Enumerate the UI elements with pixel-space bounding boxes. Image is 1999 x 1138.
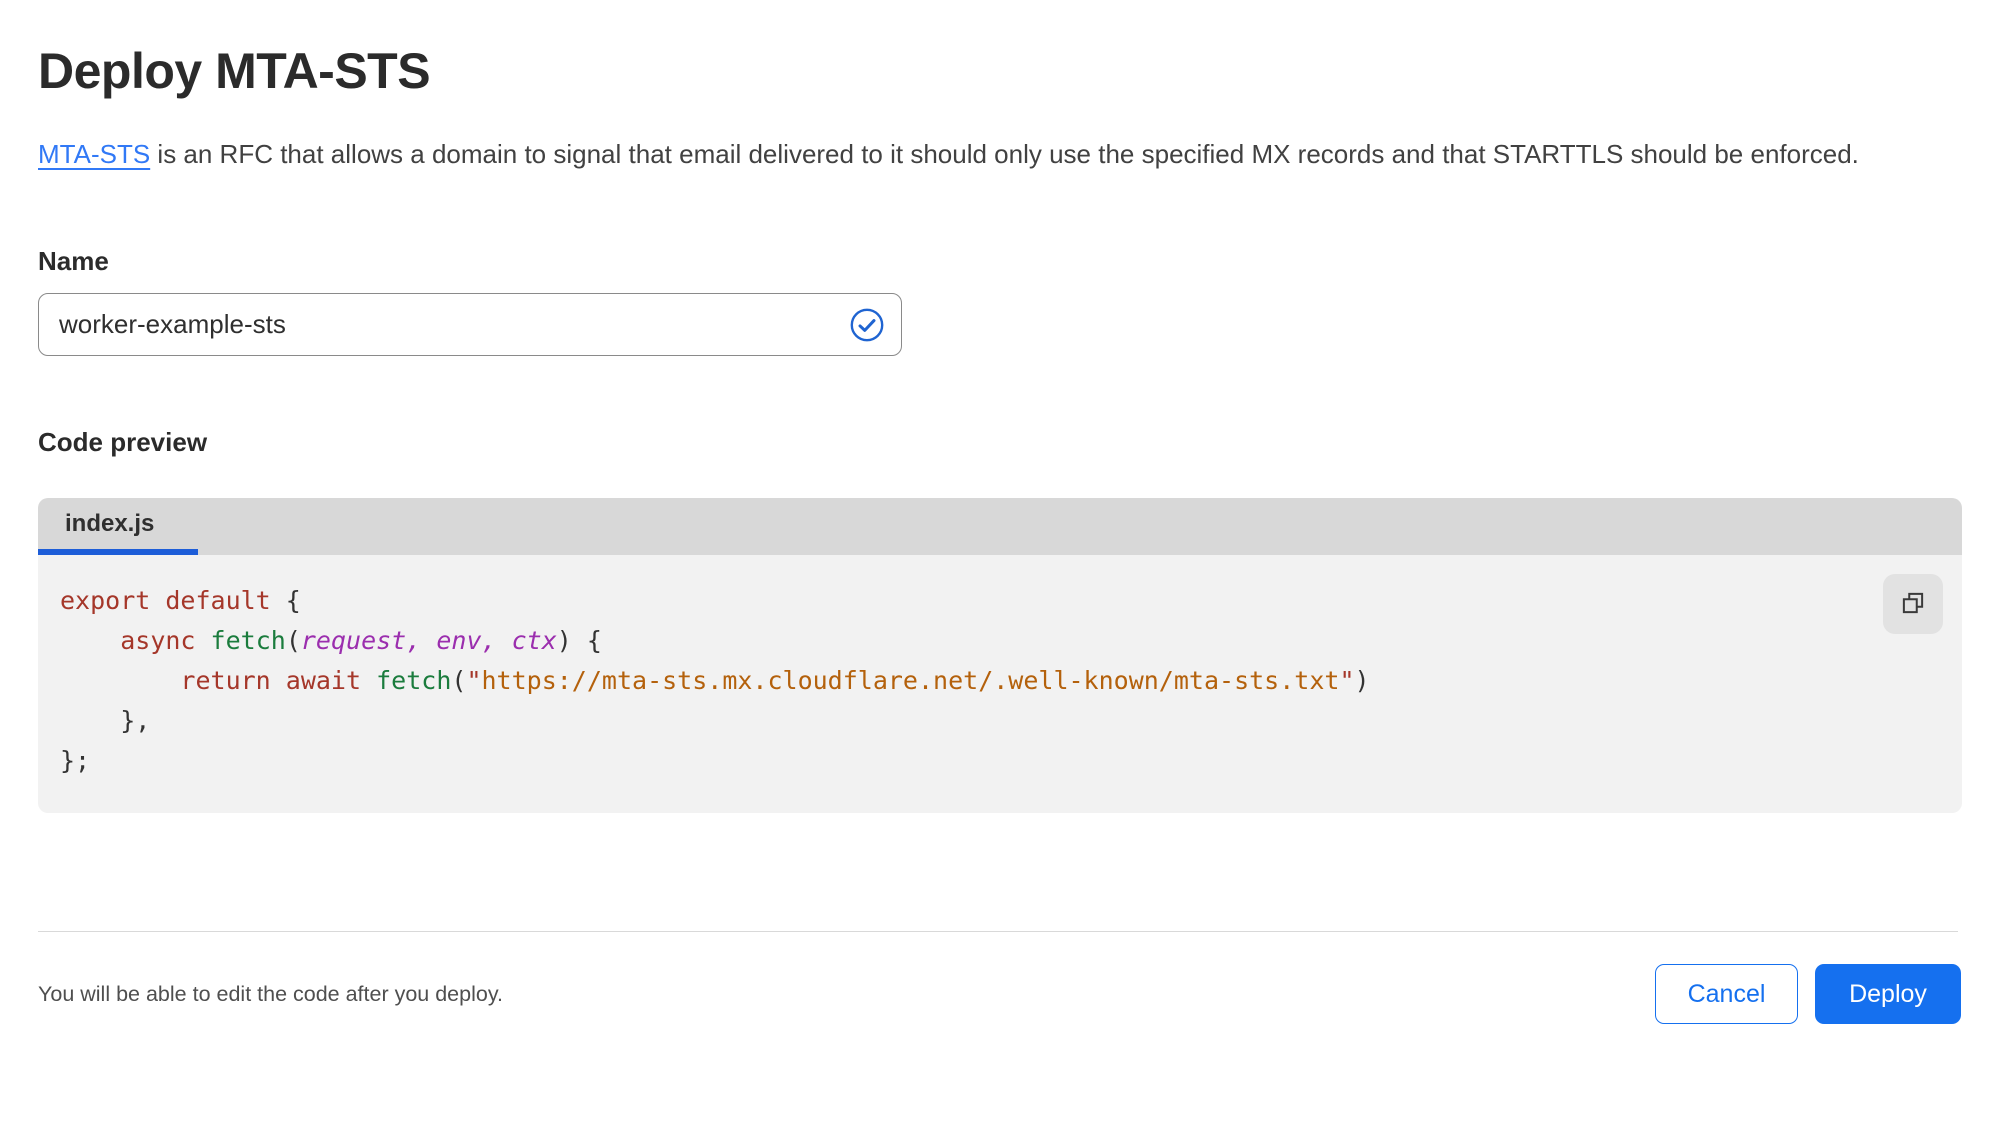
deploy-button[interactable]: Deploy bbox=[1815, 964, 1961, 1024]
code-line: async fetch(request, env, ctx) { bbox=[120, 626, 602, 655]
code-preview-card: index.js export default { async fetch(re… bbox=[38, 498, 1962, 813]
footer-divider bbox=[38, 931, 1958, 932]
footer: You will be able to edit the code after … bbox=[38, 964, 1961, 1024]
code-editor-preview: export default { async fetch(request, en… bbox=[38, 555, 1962, 813]
cancel-button[interactable]: Cancel bbox=[1655, 964, 1798, 1024]
mta-sts-link[interactable]: MTA-STS bbox=[38, 139, 150, 169]
description-text: is an RFC that allows a domain to signal… bbox=[150, 139, 1859, 169]
deploy-mta-sts-page: Deploy MTA-STS MTA-STS is an RFC that al… bbox=[0, 0, 1999, 1138]
code-line: }; bbox=[60, 746, 91, 775]
check-circle-icon bbox=[848, 306, 886, 344]
code-preview-label: Code preview bbox=[38, 427, 208, 457]
copy-icon bbox=[1898, 588, 1928, 621]
name-input-wrap bbox=[38, 293, 902, 356]
page-title: Deploy MTA-STS bbox=[38, 43, 431, 99]
copy-code-button[interactable] bbox=[1883, 574, 1943, 634]
code-line: }, bbox=[60, 706, 151, 735]
tab-index-js[interactable]: index.js bbox=[38, 498, 198, 555]
code-tab-bar: index.js bbox=[38, 498, 1962, 555]
footer-actions: Cancel Deploy bbox=[1655, 964, 1961, 1024]
description: MTA-STS is an RFC that allows a domain t… bbox=[38, 132, 1928, 177]
code-line: export default { bbox=[60, 586, 301, 615]
name-label: Name bbox=[38, 246, 109, 276]
footer-note: You will be able to edit the code after … bbox=[38, 981, 503, 1006]
code-line: return await fetch("https://mta-sts.mx.c… bbox=[180, 666, 1370, 695]
code-lines: export default { async fetch(request, en… bbox=[60, 581, 1962, 781]
worker-name-input[interactable] bbox=[38, 293, 902, 356]
